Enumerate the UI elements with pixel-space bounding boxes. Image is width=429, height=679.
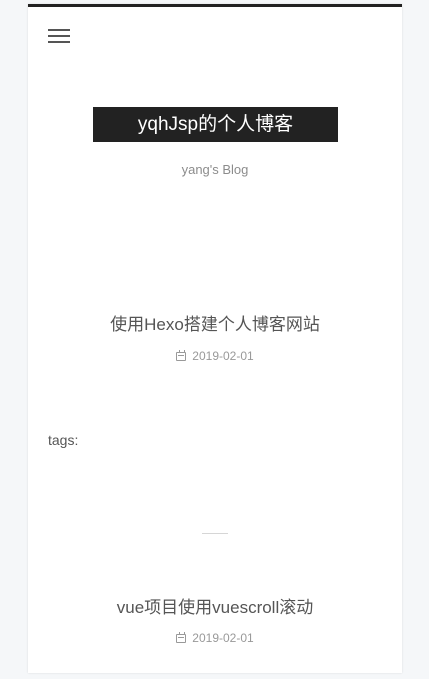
post-date-text: 2019-02-01 <box>192 349 254 363</box>
post-date: 2019-02-01 <box>28 631 402 645</box>
calendar-icon <box>176 632 187 643</box>
tags-label: tags: <box>48 432 79 448</box>
blog-page: yqhJsp的个人博客 yang's Blog 使用Hexo搭建个人博客网站 2… <box>0 0 429 679</box>
menu-button[interactable] <box>48 29 70 45</box>
menu-icon-line-bottom <box>48 41 70 43</box>
post-title-link[interactable]: vue项目使用vuescroll滚动 <box>28 598 402 618</box>
site-title: yqhJsp的个人博客 <box>137 114 294 135</box>
blog-card: yqhJsp的个人博客 yang's Blog 使用Hexo搭建个人博客网站 2… <box>28 4 402 673</box>
post-divider <box>202 533 228 534</box>
site-subtitle: yang's Blog <box>181 162 249 177</box>
site-title-link[interactable]: yqhJsp的个人博客 <box>93 107 338 142</box>
menu-icon-line-top <box>48 29 70 31</box>
post-title-link[interactable]: 使用Hexo搭建个人博客网站 <box>28 315 402 335</box>
post-date-text: 2019-02-01 <box>192 631 254 645</box>
calendar-icon <box>176 350 187 361</box>
menu-icon-line-middle <box>48 35 70 37</box>
post-date: 2019-02-01 <box>28 349 402 363</box>
